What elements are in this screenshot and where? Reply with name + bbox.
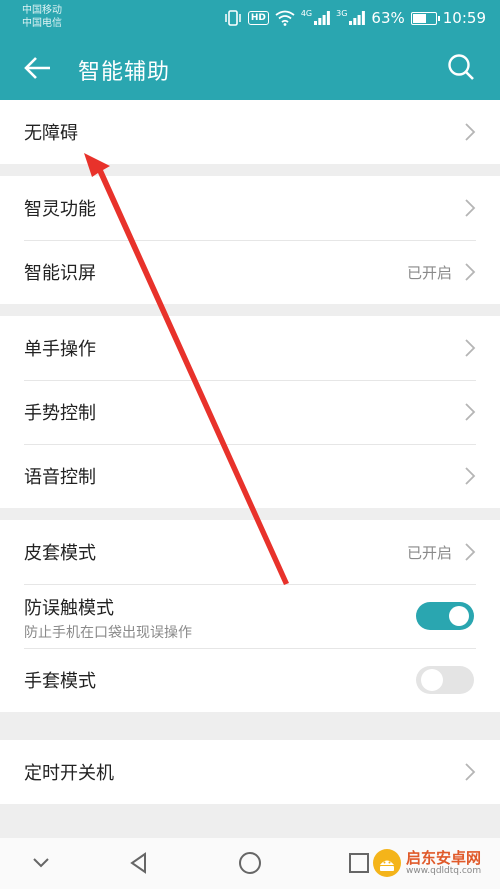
network-1-label: 4G bbox=[300, 8, 313, 18]
item-pocket-mode: 防误触模式 防止手机在口袋出现误操作 bbox=[0, 584, 500, 648]
toggle-knob bbox=[449, 606, 469, 626]
status-time: 10:59 bbox=[442, 9, 486, 27]
item-one-handed[interactable]: 单手操作 bbox=[0, 316, 500, 380]
signal-1-icon bbox=[314, 11, 331, 25]
item-label: 单手操作 bbox=[24, 339, 96, 360]
chevron-right-icon bbox=[465, 763, 476, 781]
carrier-info: 中国移动 中国电信 bbox=[22, 4, 62, 30]
nav-back-button[interactable] bbox=[126, 850, 152, 876]
settings-group-4: 皮套模式 已开启 防误触模式 防止手机在口袋出现误操作 手套模式 bbox=[0, 520, 500, 712]
battery-percent: 63% bbox=[371, 9, 405, 27]
item-label: 语音控制 bbox=[24, 467, 96, 488]
triangle-back-icon bbox=[130, 852, 146, 874]
toolbar: 智能辅助 bbox=[0, 36, 500, 100]
chevron-right-icon bbox=[465, 467, 476, 485]
chevron-down-icon bbox=[33, 858, 49, 868]
settings-group-3: 单手操作 手势控制 语音控制 bbox=[0, 316, 500, 508]
item-accessibility[interactable]: 无障碍 bbox=[0, 100, 500, 164]
vibrate-icon bbox=[224, 10, 242, 26]
back-button[interactable] bbox=[22, 52, 54, 84]
carrier-2: 中国电信 bbox=[22, 18, 62, 29]
item-label: 无障碍 bbox=[24, 123, 78, 144]
item-smart-features[interactable]: 智灵功能 bbox=[0, 176, 500, 240]
watermark-text: 启东安卓网 www.qdldtq.com bbox=[406, 850, 481, 876]
item-label: 手势控制 bbox=[24, 403, 96, 424]
status-icons: HD 4G 3G 63% 10:59 bbox=[224, 8, 486, 28]
pocket-mode-toggle[interactable] bbox=[416, 602, 474, 630]
hd-badge: HD bbox=[247, 11, 269, 25]
item-cover-mode[interactable]: 皮套模式 已开启 bbox=[0, 520, 500, 584]
carrier-1: 中国移动 bbox=[22, 5, 62, 16]
network-2-label: 3G bbox=[336, 8, 348, 18]
settings-group-1: 无障碍 bbox=[0, 100, 500, 164]
android-logo-icon bbox=[373, 849, 401, 877]
chevron-right-icon bbox=[465, 339, 476, 357]
item-smart-screen-recognition[interactable]: 智能识屏 已开启 bbox=[0, 240, 500, 304]
watermark-main: 启东安卓网 bbox=[406, 849, 482, 867]
circle-home-icon bbox=[239, 852, 261, 874]
settings-group-5: 定时开关机 bbox=[0, 740, 500, 804]
app-header: 中国移动 中国电信 HD 4G 3G 63% 10:59 智能辅助 bbox=[0, 0, 500, 100]
arrow-left-icon bbox=[24, 57, 50, 79]
square-recent-icon bbox=[349, 853, 369, 873]
search-button[interactable] bbox=[446, 52, 476, 82]
item-scheduled-power[interactable]: 定时开关机 bbox=[0, 740, 500, 804]
chevron-right-icon bbox=[465, 199, 476, 217]
signal-2-icon bbox=[349, 11, 366, 25]
battery-icon bbox=[410, 11, 440, 25]
page-title: 智能辅助 bbox=[78, 60, 171, 85]
search-icon bbox=[448, 54, 474, 80]
item-label: 皮套模式 bbox=[24, 543, 96, 564]
nav-recent-button[interactable] bbox=[346, 850, 372, 876]
item-label: 定时开关机 bbox=[24, 763, 114, 784]
status-text: 已开启 bbox=[406, 543, 452, 562]
wifi-icon bbox=[275, 10, 295, 26]
item-voice-control[interactable]: 语音控制 bbox=[0, 444, 500, 508]
status-text: 已开启 bbox=[406, 263, 452, 282]
item-label: 防误触模式 bbox=[24, 598, 114, 619]
item-label: 手套模式 bbox=[24, 671, 96, 692]
battery-fill bbox=[412, 13, 426, 23]
item-label: 智灵功能 bbox=[24, 199, 96, 220]
chevron-right-icon bbox=[465, 403, 476, 421]
item-subtitle: 防止手机在口袋出现误操作 bbox=[24, 625, 192, 641]
glove-mode-toggle[interactable] bbox=[416, 666, 474, 694]
nav-home-button[interactable] bbox=[237, 850, 263, 876]
chevron-right-icon bbox=[465, 123, 476, 141]
toggle-knob bbox=[421, 669, 443, 691]
watermark-sub: www.qdldtq.com bbox=[406, 866, 482, 876]
nav-hide-button[interactable] bbox=[28, 850, 54, 876]
item-gesture-control[interactable]: 手势控制 bbox=[0, 380, 500, 444]
status-bar: 中国移动 中国电信 HD 4G 3G 63% 10:59 bbox=[0, 0, 500, 36]
item-glove-mode: 手套模式 bbox=[0, 648, 500, 712]
item-label: 智能识屏 bbox=[24, 263, 96, 284]
settings-group-2: 智灵功能 智能识屏 已开启 bbox=[0, 176, 500, 304]
chevron-right-icon bbox=[465, 263, 476, 281]
watermark: 启东安卓网 www.qdldtq.com bbox=[372, 848, 481, 878]
chevron-right-icon bbox=[465, 543, 476, 561]
